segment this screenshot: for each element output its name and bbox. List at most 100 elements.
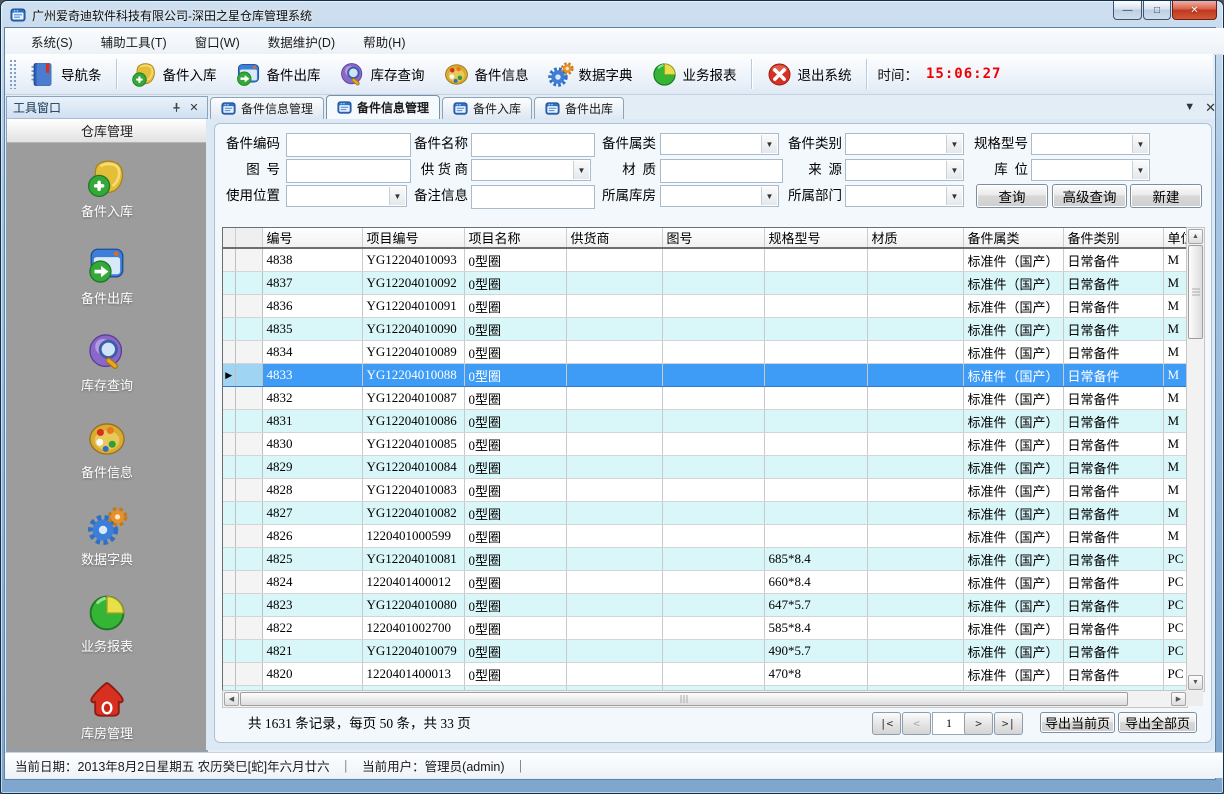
export-all-pages-button[interactable]: 导出全部页 [1118,712,1197,733]
menu-item-3[interactable]: 窗口(W) [183,29,252,54]
page-number-input[interactable] [932,712,966,735]
location-select[interactable]: ▼ [1031,159,1150,181]
type-select[interactable]: ▼ [845,133,964,155]
warehouse-select[interactable]: ▼ [660,185,779,207]
name-input[interactable] [471,133,595,157]
advanced-query-button[interactable]: 高级查询 [1052,184,1127,208]
column-header[interactable]: 单位 [1163,228,1186,248]
table-row[interactable]: 4837YG122040100920型圈标准件（国产）日常备件M [223,272,1186,295]
table-cell [867,318,963,341]
minimize-button[interactable]: — [1113,1,1142,20]
column-header[interactable]: 供货商 [566,228,662,248]
code-input[interactable] [286,133,411,157]
category-select[interactable]: ▼ [660,133,779,155]
table-row[interactable]: 4821YG122040100790型圈490*5.7标准件（国产）日常备件PC [223,640,1186,663]
toolbar-button-part-out[interactable]: 备件出库 [227,57,329,92]
toolbar-button-exit[interactable]: 退出系统 [758,57,860,92]
close-panel-icon[interactable]: ✕ [187,101,201,115]
sidebar-item-part-info[interactable]: 备件信息 [47,418,167,481]
table-row[interactable]: 4838YG122040100930型圈标准件（国产）日常备件M [223,248,1186,272]
new-button[interactable]: 新建 [1130,184,1202,208]
column-header[interactable]: 项目名称 [464,228,566,248]
close-button[interactable]: ✕ [1172,1,1217,20]
tab-3[interactable]: 备件入库 [442,97,532,119]
table-row[interactable]: 4823YG122040100800型圈647*5.7标准件（国产）日常备件PC [223,594,1186,617]
toolbar-button-data-dict[interactable]: 数据字典 [539,57,641,92]
status-bar: 当前日期：2013年8月2日星期五 农历癸巳[蛇]年六月廿六 ｜ 当前用户：管理… [5,752,1223,778]
menu-item-1[interactable]: 系统(S) [19,29,85,54]
scroll-up-icon[interactable]: ▲ [1188,229,1203,244]
tab-2[interactable]: 备件信息管理 [326,95,440,119]
column-header[interactable]: 备件属类 [963,228,1063,248]
horizontal-scrollbar[interactable]: ◀ ▶ [222,690,1188,708]
sidebar-item-biz-report[interactable]: 业务报表 [47,592,167,655]
remark-input[interactable] [471,185,595,209]
supplier-select[interactable]: ▼ [471,159,591,181]
toolbar-button-biz-report[interactable]: 业务报表 [643,57,745,92]
tab-1[interactable]: 备件信息管理 [210,97,324,119]
toolbar-button-part-info[interactable]: 备件信息 [435,57,537,92]
source-select[interactable]: ▼ [845,159,964,181]
sidebar-item-home[interactable]: 库房管理 [47,679,167,742]
use-position-select[interactable]: ▼ [286,185,407,207]
column-header[interactable]: 规格型号 [764,228,867,248]
menu-item-5[interactable]: 帮助(H) [351,29,417,54]
table-row[interactable]: 4835YG122040100900型圈标准件（国产）日常备件M [223,318,1186,341]
table-row[interactable]: 4832YG122040100870型圈标准件（国产）日常备件M [223,387,1186,410]
export-current-page-button[interactable]: 导出当前页 [1040,712,1115,733]
sidebar-item-data-dict[interactable]: 数据字典 [47,505,167,568]
prev-page-button[interactable]: < [902,712,931,735]
column-header[interactable]: 编号 [262,228,362,248]
column-header[interactable]: 图号 [662,228,764,248]
toolbar-button-stock-query[interactable]: 库存查询 [331,57,433,92]
tab-4[interactable]: 备件出库 [534,97,624,119]
table-row[interactable]: 4836YG122040100910型圈标准件（国产）日常备件M [223,295,1186,318]
column-header[interactable]: 备件类别 [1063,228,1163,248]
maximize-button[interactable]: □ [1143,1,1171,20]
scroll-right-icon[interactable]: ▶ [1171,692,1186,706]
toolbar-button-nav-book[interactable]: 导航条 [21,57,110,92]
table-row[interactable]: 4829YG122040100840型圈标准件（国产）日常备件M [223,456,1186,479]
table-row[interactable]: 4828YG122040100830型圈标准件（国产）日常备件M [223,479,1186,502]
pin-icon[interactable] [169,101,183,115]
scroll-down-icon[interactable]: ▼ [1188,675,1203,690]
drawing-input[interactable] [286,159,411,183]
table-row[interactable]: 4831YG122040100860型圈标准件（国产）日常备件M [223,410,1186,433]
menu-item-2[interactable]: 辅助工具(T) [89,29,179,54]
scroll-left-icon[interactable]: ◀ [224,692,239,706]
toolbar-button-part-in[interactable]: 备件入库 [123,57,225,92]
first-page-button[interactable]: |< [872,712,901,735]
toolbar-grip[interactable] [9,59,16,89]
table-cell: 0型圈 [464,571,566,594]
table-row[interactable]: ▶4833YG122040100880型圈标准件（国产）日常备件M [223,364,1186,387]
vertical-scroll-thumb[interactable] [1188,245,1203,339]
menu-item-4[interactable]: 数据维护(D) [256,29,347,54]
horizontal-scroll-thumb[interactable] [240,692,1128,706]
sidebar-item-stock-query[interactable]: 库存查询 [47,331,167,394]
table-row[interactable]: 482612204010005990型圈标准件（国产）日常备件M [223,525,1186,548]
table-row[interactable]: 4827YG122040100820型圈标准件（国产）日常备件M [223,502,1186,525]
table-row[interactable]: 4830YG122040100850型圈标准件（国产）日常备件M [223,433,1186,456]
table-cell [662,525,764,548]
vertical-scrollbar[interactable]: ▲ ▼ [1186,227,1205,692]
sidebar-item-part-out[interactable]: 备件出库 [47,244,167,307]
table-row[interactable]: 4825YG122040100810型圈685*8.4标准件（国产）日常备件PC [223,548,1186,571]
department-select[interactable]: ▼ [845,185,964,207]
next-page-button[interactable]: > [964,712,993,735]
table-row[interactable]: 4834YG122040100890型圈标准件（国产）日常备件M [223,341,1186,364]
column-header[interactable]: 材质 [867,228,963,248]
tab-list-dropdown-icon[interactable]: ▼ [1184,102,1195,113]
query-button[interactable]: 查询 [976,184,1048,208]
tab-close-icon[interactable]: ✕ [1205,101,1216,114]
sidebar-item-part-in[interactable]: 备件入库 [47,157,167,220]
spec-select[interactable]: ▼ [1031,133,1150,155]
table-row[interactable]: 482412204014000120型圈660*8.4标准件（国产）日常备件PC [223,571,1186,594]
row-header-cell [235,594,262,617]
table-row[interactable]: 482212204010027000型圈585*8.4标准件（国产）日常备件PC [223,617,1186,640]
table-cell: 日常备件 [1063,502,1163,525]
material-input[interactable] [660,159,783,183]
table-cell [566,640,662,663]
table-row[interactable]: 482012204014000130型圈470*8标准件（国产）日常备件PC [223,663,1186,686]
column-header[interactable]: 项目编号 [362,228,464,248]
last-page-button[interactable]: >| [994,712,1023,735]
